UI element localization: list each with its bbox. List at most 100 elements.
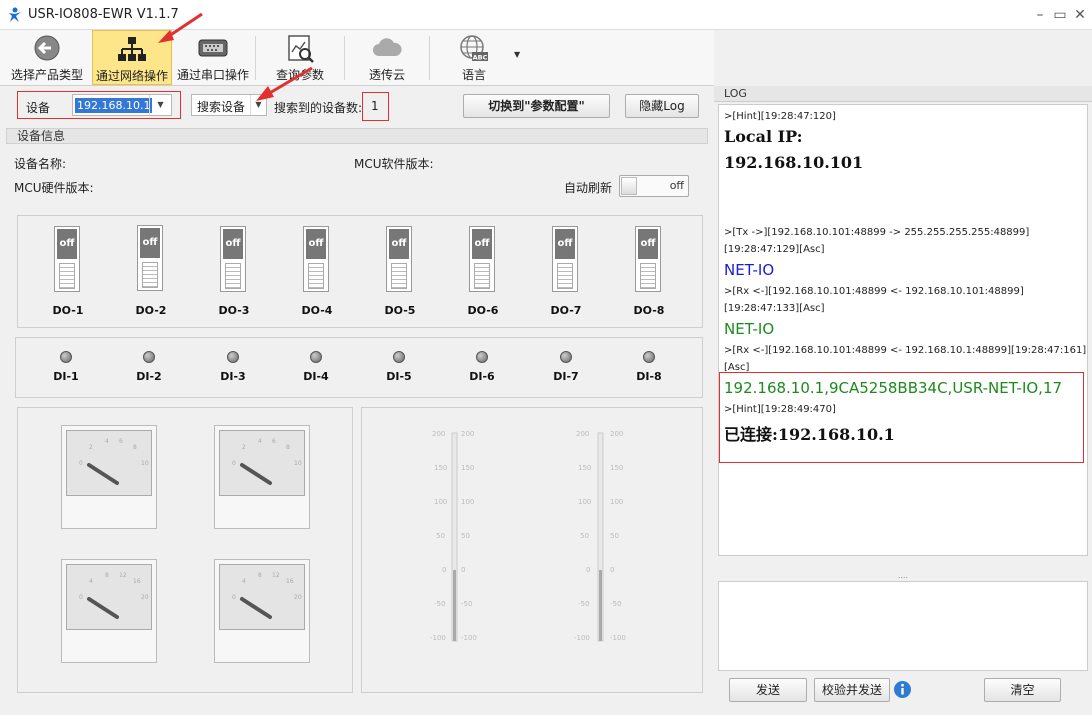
svg-text:100: 100 (461, 498, 474, 506)
svg-text:-50: -50 (578, 600, 589, 608)
log-line: [19:28:47:133][Asc] (724, 303, 825, 314)
do-7-switch[interactable]: off (552, 226, 578, 292)
do-1-switch[interactable]: off (54, 226, 80, 292)
bar-gauge-scales: 200 150 100 50 0 -50 -100 200 150 100 50… (430, 430, 626, 642)
svg-text:-50: -50 (461, 600, 472, 608)
log-output[interactable]: >[Hint][19:28:47:120] Local IP: 192.168.… (718, 104, 1088, 556)
di-2-indicator (143, 351, 155, 363)
svg-text:0: 0 (79, 460, 83, 467)
device-label: 设备 (26, 101, 51, 115)
annotation-arrow-icon (256, 66, 313, 101)
svg-text:12: 12 (119, 572, 127, 579)
svg-text:0: 0 (442, 566, 446, 574)
svg-text:-100: -100 (574, 634, 590, 642)
svg-text:6: 6 (272, 438, 276, 445)
do-6-switch[interactable]: off (469, 226, 495, 292)
gauge-card-3: 0 4 8 12 16 20 (61, 559, 157, 663)
check-and-send-button[interactable]: 校验并发送 (814, 678, 890, 702)
do-2-label: DO-2 (135, 304, 167, 317)
toolbar-separator (429, 36, 430, 80)
globe-abc-icon: ABC (460, 35, 488, 62)
auto-refresh-label: 自动刷新 (564, 181, 613, 195)
svg-text:0: 0 (232, 460, 236, 467)
di-4-label: DI-4 (303, 370, 329, 383)
log-line: Local IP: (724, 127, 803, 146)
do-8-label: DO-8 (633, 304, 665, 317)
di-8-indicator (643, 351, 655, 363)
do-3-label: DO-3 (218, 304, 250, 317)
bar-gauge-panel: 200 150 100 50 0 -50 -100 200 150 100 50… (361, 407, 703, 693)
gauge-card-4: 0 4 8 12 16 20 (214, 559, 310, 663)
language-dropdown-arrow[interactable]: ▼ (514, 50, 520, 59)
svg-text:-100: -100 (430, 634, 446, 642)
log-line: [19:28:47:129][Asc] (724, 244, 825, 255)
analog-gauge-panel: 0 2 4 6 8 10 0 2 4 6 8 10 0 4 8 12 16 20… (17, 407, 353, 693)
svg-text:2: 2 (242, 444, 246, 451)
annotation-arrow-icon (158, 12, 203, 43)
di-3-indicator (227, 351, 239, 363)
gauge-dial-icon: 0 2 4 6 8 10 (79, 438, 149, 485)
do-8-switch[interactable]: off (635, 226, 661, 292)
di-1-indicator (60, 351, 72, 363)
do-2-switch[interactable]: off (137, 225, 163, 291)
gauge-card-1: 0 2 4 6 8 10 (61, 425, 157, 529)
svg-text:50: 50 (436, 532, 445, 540)
log-line: 192.168.10.101 (724, 153, 864, 172)
cloud-icon (373, 38, 402, 56)
gauge-dial-icon: 0 4 8 12 16 20 (232, 572, 302, 619)
auto-refresh-toggle[interactable]: off (619, 175, 689, 197)
do-5-switch[interactable]: off (386, 226, 412, 292)
do-5-label: DO-5 (384, 304, 416, 317)
svg-text:4: 4 (258, 438, 262, 445)
svg-text:8: 8 (105, 572, 109, 579)
log-panel: LOG >[Hint][19:28:47:120] Local IP: 192.… (714, 86, 1092, 715)
cloud-button[interactable]: 透传云 (347, 30, 427, 85)
select-product-type-button[interactable]: 选择产品类型 (4, 30, 90, 85)
svg-text:50: 50 (610, 532, 619, 540)
svg-text:6: 6 (119, 438, 123, 445)
main-toolbar: 选择产品类型 通过网络操作 通过串口操作 查询参数 (0, 30, 714, 86)
svg-text:8: 8 (133, 444, 137, 451)
toolbar-separator (344, 36, 345, 80)
di-7-label: DI-7 (553, 370, 579, 383)
svg-text:16: 16 (286, 578, 294, 585)
device-ip-select[interactable]: 192.168.10.1 ▼ (72, 94, 172, 116)
do-4-label: DO-4 (301, 304, 333, 317)
svg-text:150: 150 (578, 464, 591, 472)
chevron-down-icon[interactable]: ▼ (149, 95, 171, 115)
device-ip-value: 192.168.10.1 (75, 98, 153, 113)
svg-text:-50: -50 (434, 600, 445, 608)
svg-text:-50: -50 (610, 600, 621, 608)
di-8-label: DI-8 (636, 370, 662, 383)
svg-text:0: 0 (79, 594, 83, 601)
do-6-label: DO-6 (467, 304, 499, 317)
send-button[interactable]: 发送 (729, 678, 807, 702)
gauge-card-2: 0 2 4 6 8 10 (214, 425, 310, 529)
svg-text:200: 200 (461, 430, 474, 438)
svg-text:100: 100 (610, 498, 623, 506)
svg-text:100: 100 (578, 498, 591, 506)
do-3-switch[interactable]: off (220, 226, 246, 292)
do-1-label: DO-1 (52, 304, 84, 317)
gauge-dial-icon: 0 4 8 12 16 20 (79, 572, 149, 619)
svg-text:8: 8 (286, 444, 290, 451)
di-4-indicator (310, 351, 322, 363)
mcu-software-version-label: MCU软件版本: (354, 157, 434, 171)
query-chart-icon (288, 35, 314, 63)
clear-button[interactable]: 清空 (984, 678, 1061, 702)
switch-to-param-config-button[interactable]: 切换到"参数配置" (463, 94, 610, 118)
svg-text:10: 10 (141, 460, 149, 467)
di-6-label: DI-6 (469, 370, 495, 383)
log-highlight-box (719, 372, 1084, 463)
send-input-area[interactable] (718, 581, 1088, 671)
log-line: >[Rx <-][192.168.10.101:48899 <- 192.168… (724, 286, 1024, 297)
svg-text:10: 10 (294, 460, 302, 467)
svg-text:4: 4 (242, 578, 246, 585)
log-splitter-handle[interactable]: .... (718, 572, 1088, 581)
hide-log-button[interactable]: 隐藏Log (625, 94, 699, 118)
info-icon[interactable] (893, 680, 912, 699)
close-button[interactable]: ✕ (1066, 4, 1092, 26)
language-button[interactable]: ABC 语言 (432, 30, 516, 85)
do-4-switch[interactable]: off (303, 226, 329, 292)
svg-text:200: 200 (432, 430, 445, 438)
